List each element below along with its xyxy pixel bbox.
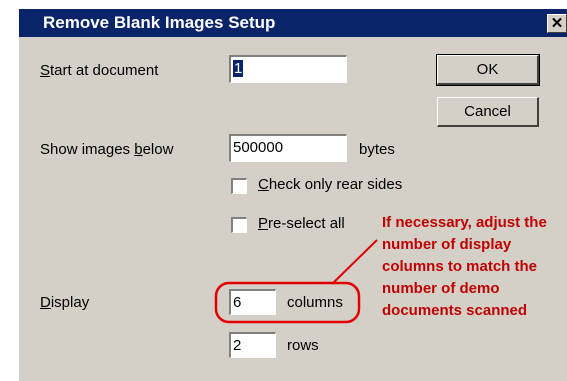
- annotation-overlay: [214, 239, 378, 324]
- display-columns-highlight: [214, 281, 361, 324]
- annotation-pointer-line: [331, 239, 378, 285]
- annotation-note: If necessary, adjust the number of displ…: [382, 214, 547, 319]
